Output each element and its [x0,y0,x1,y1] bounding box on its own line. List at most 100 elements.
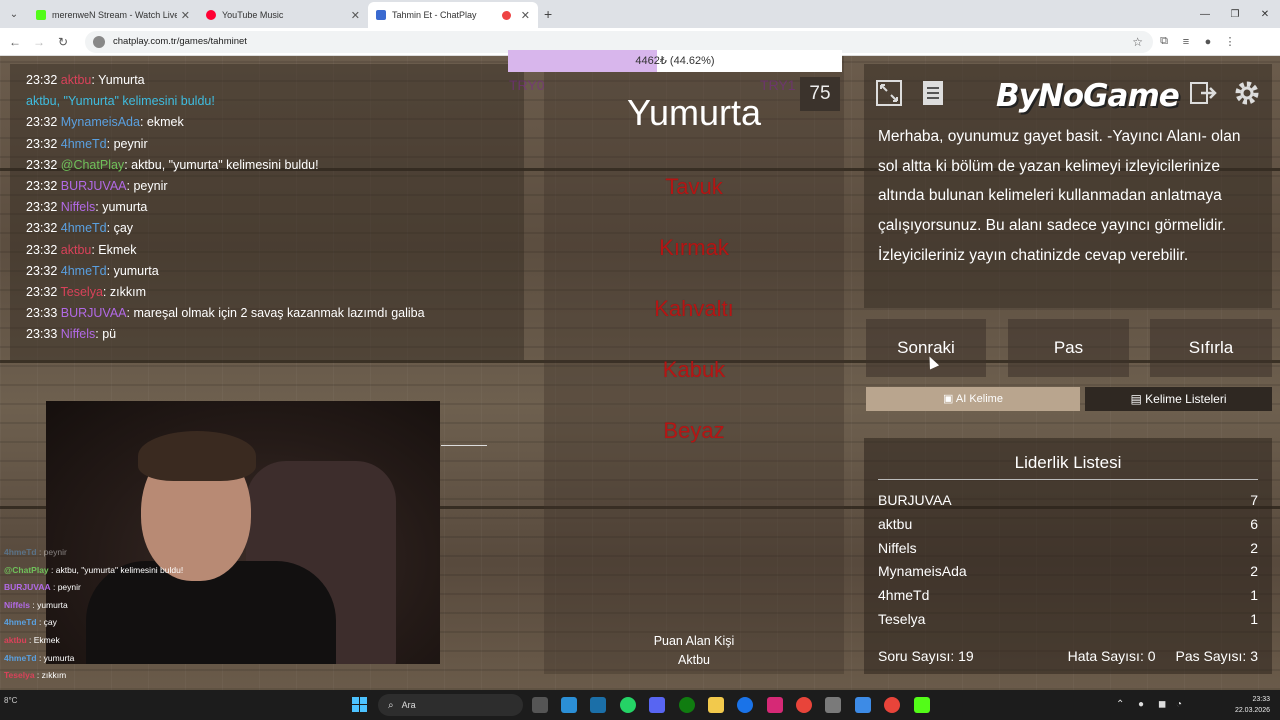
browser-tab-chatplay[interactable]: Tahmin Et - ChatPlay ✕ [368,2,538,28]
ai-word-label: AI Kelime [955,393,1003,405]
close-window-icon[interactable]: ✕ [1250,0,1280,28]
network-icon[interactable]: ◔ [1176,699,1182,710]
chat-username[interactable]: MynameisAda [61,115,140,129]
whatsapp-icon[interactable] [620,697,636,713]
ai-word-button[interactable]: ▣ AI Kelime [866,387,1080,411]
tab-close-icon[interactable]: ✕ [181,9,190,22]
player-name: Teselya [878,610,926,627]
word-lists-button[interactable]: ▤ Kelime Listeleri [1085,387,1272,411]
overlay-chat-message: 4hmeTd : çay [0,614,362,632]
chat-username[interactable]: Niffels [61,200,96,214]
browser-tab-kick[interactable]: merenweN Stream - Watch Live ✕ [28,2,198,28]
chat-username[interactable]: Niffels [61,327,96,341]
chat-timestamp: 23:32 [26,136,58,151]
player-name: aktbu [878,515,913,532]
app-icon[interactable] [914,697,930,713]
try0-label: TRY0 [509,77,545,93]
task-view-icon[interactable] [532,697,548,713]
discord-icon[interactable] [649,697,665,713]
taskbar-search[interactable]: ⌕ Ara [378,694,523,716]
fullscreen-icon[interactable] [872,76,906,110]
overlay-username: @ChatPlay [4,564,49,575]
forward-icon[interactable]: → [27,35,51,49]
chat-message: 23:32 aktbu: Yumurta [26,70,508,91]
chat-username[interactable]: @ChatPlay [61,158,124,172]
overlay-chat-message: Niffels : yumurta [0,597,362,615]
overlay-text: : zıkkım [34,670,67,681]
player-score: 1 [1250,587,1258,604]
browser-menu-icon[interactable]: ⋮ [1219,35,1241,48]
tab-close-icon[interactable]: ✕ [521,9,530,22]
exit-icon[interactable] [1186,76,1220,110]
chat-message: 23:32 BURJUVAA: peynir [26,176,508,197]
chat-text: : zıkkım [102,285,146,300]
clock-date: 22.03.2026 [1234,707,1270,714]
file-explorer-icon[interactable] [708,697,724,713]
reload-icon[interactable]: ↻ [51,35,75,49]
donation-progress-bar: 4462₺ (44.62%) [508,50,842,72]
tab-close-icon[interactable]: ✕ [351,9,360,22]
chat-username[interactable]: BURJUVAA [61,306,127,320]
weather-widget[interactable]: 8°C [4,696,17,705]
player-name: 4hmeTd [878,587,930,604]
document-icon[interactable] [916,76,950,110]
xbox-icon[interactable] [679,697,695,713]
back-icon[interactable]: ← [3,35,27,49]
extensions-icon[interactable]: ⧉ [1153,35,1175,48]
browser-tab-youtube-music[interactable]: YouTube Music ✕ [198,2,368,28]
chat-username[interactable]: aktbu [61,73,92,87]
player-score: 6 [1250,515,1258,532]
overlay-text: : yumurta [29,599,68,610]
maximize-icon[interactable]: ❐ [1220,0,1250,28]
chat-username[interactable]: 4hmeTd [61,264,107,278]
try1-label: TRY1 [760,77,796,93]
instagram-icon[interactable] [767,697,783,713]
chat-username[interactable]: BURJUVAA [61,179,127,193]
chat-text: "Yumurta" kelimesini buldu! [63,94,215,109]
chat-username[interactable]: aktbu [61,243,92,257]
chat-timestamp: 23:32 [26,242,58,257]
steam-icon[interactable] [590,697,606,713]
minimize-icon[interactable]: — [1190,0,1220,28]
word-lists-label: Kelime Listeleri [1145,392,1227,406]
windows-start-icon[interactable] [352,697,368,713]
next-button[interactable]: Sonraki [866,319,986,377]
clock[interactable]: 23:33 22.03.2026 [1210,694,1270,716]
leaderboard-row: Niffels 2 [878,537,1258,561]
streamer-hair [138,431,256,481]
chat-timestamp: 23:32 [26,179,58,194]
app-tray-icon[interactable]: ◼ [1158,699,1166,710]
chat-username[interactable]: 4hmeTd [61,137,107,151]
chat-message: 23:32 4hmeTd: yumurta [26,261,508,282]
chat-timestamp: 23:33 [26,306,58,321]
edge-icon[interactable] [561,697,577,713]
leaderboard-panel: Liderlik Listesi BURJUVAA 7 aktbu 6 Niffels 2… [864,438,1272,674]
leaderboard-title: Liderlik Listesi [878,453,1258,480]
microphone-icon[interactable]: ● [1138,699,1144,710]
chat-username[interactable]: Teselya [61,285,103,299]
tab-search-icon[interactable]: ⌄ [0,0,28,28]
profile-avatar-icon[interactable]: ● [1197,36,1219,48]
player-score: 1 [1250,610,1258,627]
chat-timestamp: 23:32 [26,285,58,300]
tab-strip-icon[interactable]: ≡ [1175,36,1197,48]
bookmark-star-icon[interactable]: ☆ [1132,35,1143,49]
new-tab-icon[interactable]: + [544,6,552,22]
chat-username[interactable]: 4hmeTd [61,221,107,235]
chat-message: 23:32 MynameisAda: ekmek [26,112,508,133]
site-info-icon[interactable] [93,35,105,48]
app-icon[interactable] [825,697,841,713]
chat-username[interactable]: aktbu, [26,94,64,108]
chrome-icon[interactable] [884,697,900,713]
player-name: Niffels [878,539,917,556]
pass-button[interactable]: Pas [1008,319,1129,377]
pass-count: Pas Sayısı: 3 [1175,648,1258,664]
overlay-username: BURJUVAA [4,582,51,593]
chrome-icon[interactable] [796,697,812,713]
reset-button[interactable]: Sıfırla [1150,319,1272,377]
tray-overflow-icon[interactable]: ⌃ [1116,699,1124,710]
app-icon[interactable] [855,697,871,713]
settings-gear-icon[interactable] [1230,76,1264,110]
app-icon[interactable] [737,697,753,713]
overlay-text: : peynir [50,582,81,593]
